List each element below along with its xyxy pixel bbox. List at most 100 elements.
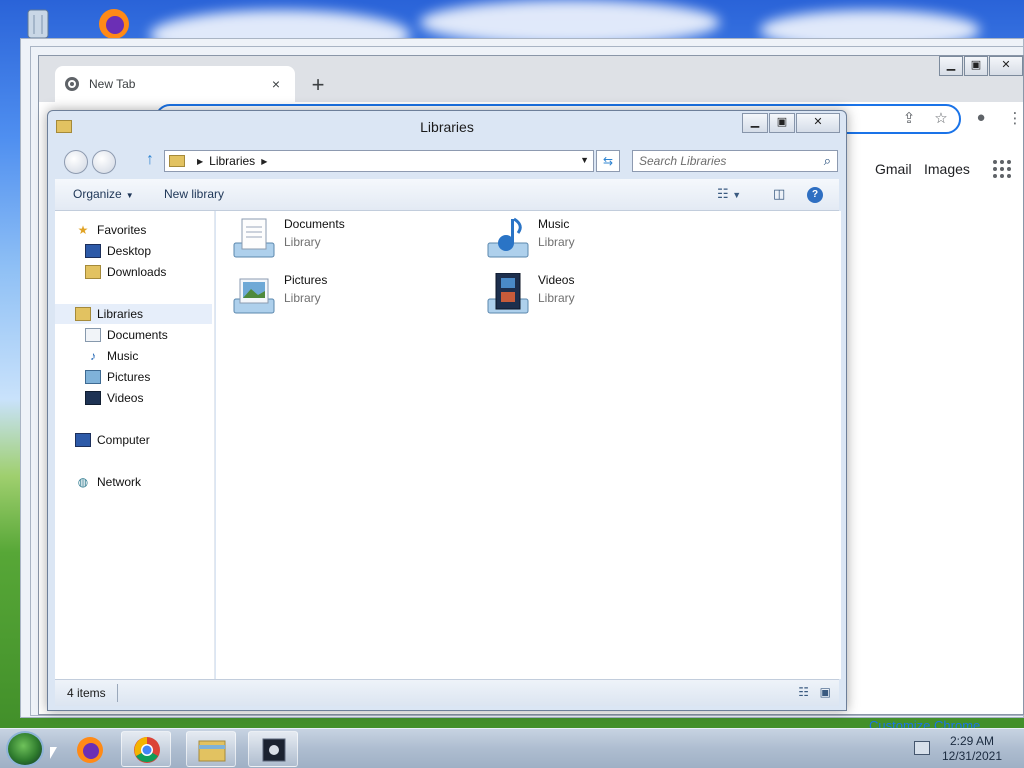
minimize-icon[interactable]: ▁	[742, 113, 768, 133]
taskbar: 2:29 AM 12/31/2021	[0, 728, 1024, 768]
content-pane: Documents Library Music Library Pictures…	[216, 211, 841, 679]
nav-label: Documents	[107, 328, 168, 342]
status-divider	[117, 684, 118, 702]
gmail-link[interactable]: Gmail	[875, 161, 912, 177]
apps-grid-icon[interactable]	[993, 160, 1011, 178]
library-item-documents[interactable]: Documents Library	[230, 217, 345, 261]
nav-label: Favorites	[97, 223, 147, 237]
library-item-pictures[interactable]: Pictures Library	[230, 273, 327, 317]
nav-pictures[interactable]: Pictures	[55, 367, 212, 387]
library-item-music[interactable]: Music Library	[484, 217, 575, 261]
library-name: Documents	[284, 217, 345, 231]
chevron-down-icon: ▼	[125, 191, 134, 200]
taskbar-chrome-icon[interactable]	[121, 731, 171, 767]
downloads-icon	[85, 265, 101, 279]
library-name: Videos	[538, 273, 575, 287]
chrome-window-controls: ▁ ▣ ✕	[938, 56, 1023, 76]
profile-icon[interactable]: ●	[971, 109, 991, 129]
nav-favorites[interactable]: ★ Favorites	[55, 220, 212, 240]
breadcrumb-libraries[interactable]: Libraries	[209, 154, 255, 168]
new-library-button[interactable]: New library	[164, 187, 224, 201]
start-button[interactable]	[6, 731, 44, 767]
up-arrow-icon[interactable]: ↑	[142, 151, 158, 169]
minimize-icon[interactable]: ▁	[939, 56, 963, 76]
breadcrumb-separator-icon[interactable]: ▶	[197, 157, 203, 166]
details-view-icon[interactable]: ☷	[798, 685, 809, 699]
documents-library-icon	[230, 217, 278, 261]
nav-label: Downloads	[107, 265, 167, 279]
navigation-pane: ★ Favorites Desktop Downloads Libraries …	[55, 211, 215, 679]
chrome-favicon-icon	[65, 77, 79, 91]
chrome-tabstrip: New Tab × + ▁ ▣ ✕	[39, 56, 1023, 102]
videos-library-icon	[484, 272, 532, 317]
bookmark-star-icon[interactable]: ☆	[931, 109, 951, 129]
chrome-tab-new-tab[interactable]: New Tab ×	[55, 66, 295, 102]
maximize-icon[interactable]: ▣	[964, 56, 988, 76]
search-placeholder: Search Libraries	[639, 154, 727, 168]
images-link[interactable]: Images	[924, 161, 970, 177]
taskbar-explorer-icon[interactable]	[186, 731, 236, 767]
clock-date: 12/31/2021	[941, 749, 1002, 763]
chrome-menu-icon[interactable]: ⋮	[1005, 109, 1024, 129]
library-item-videos[interactable]: Videos Library	[484, 272, 575, 317]
nav-libraries[interactable]: Libraries	[55, 304, 212, 324]
organize-button[interactable]: Organize ▼	[73, 187, 134, 201]
nav-label: Music	[107, 349, 139, 363]
pictures-library-icon	[230, 273, 278, 317]
library-name: Music	[538, 217, 570, 231]
preview-pane-icon[interactable]: ◫	[773, 186, 785, 202]
back-button[interactable]	[64, 150, 88, 174]
library-type: Library	[284, 235, 321, 249]
item-count: 4 items	[67, 686, 106, 700]
nav-documents[interactable]: Documents	[55, 325, 212, 345]
view-options-icon[interactable]: ☷ ▼	[717, 186, 741, 202]
refresh-icon[interactable]: ⇆	[596, 150, 620, 172]
breadcrumb-separator-icon[interactable]: ▶	[261, 157, 267, 166]
large-icons-view-icon[interactable]: ▣	[820, 685, 831, 699]
nav-music[interactable]: ♪ Music	[55, 346, 212, 366]
navigation-row: ↑ ▶ Libraries ▶ ▼ ⇆ Search Libraries ⌕	[56, 147, 838, 175]
taskbar-firefox-icon[interactable]	[64, 731, 114, 767]
recycle-bin-icon[interactable]	[20, 6, 56, 42]
nav-downloads[interactable]: Downloads	[55, 262, 212, 282]
nav-desktop[interactable]: Desktop	[55, 241, 212, 261]
library-type: Library	[538, 291, 575, 305]
nav-network[interactable]: ◍ Network	[55, 472, 212, 492]
share-icon[interactable]: ⇪	[899, 109, 919, 129]
address-dropdown-icon[interactable]: ▼	[580, 155, 589, 165]
forward-button[interactable]	[92, 150, 116, 174]
new-tab-button[interactable]: +	[305, 73, 331, 99]
tab-title: New Tab	[89, 77, 136, 91]
system-clock[interactable]: 2:29 AM 12/31/2021	[942, 734, 1002, 764]
close-icon[interactable]: ✕	[989, 56, 1023, 76]
close-icon[interactable]: ✕	[796, 113, 840, 133]
tab-close-icon[interactable]: ×	[267, 76, 285, 92]
nav-label: Libraries	[97, 307, 144, 321]
network-globe-icon: ◍	[77, 475, 89, 489]
clock-time: 2:29 AM	[949, 734, 994, 748]
help-icon[interactable]: ?	[807, 187, 823, 203]
taskbar-app-icon[interactable]	[248, 731, 298, 767]
nav-label: Videos	[107, 391, 144, 405]
firefox-desktop-icon[interactable]	[96, 6, 132, 42]
music-library-icon	[484, 217, 532, 261]
documents-icon	[85, 328, 101, 342]
search-icon[interactable]: ⌕	[824, 151, 831, 171]
film-strip-icon	[85, 391, 101, 405]
desktop-icon	[85, 244, 101, 258]
nav-label: Desktop	[107, 244, 152, 258]
library-type: Library	[284, 291, 321, 305]
network-tray-icon[interactable]	[914, 741, 930, 755]
nav-videos[interactable]: Videos	[55, 388, 212, 408]
address-breadcrumb[interactable]: ▶ Libraries ▶ ▼	[164, 150, 594, 172]
pictures-icon	[85, 370, 101, 384]
maximize-icon[interactable]: ▣	[769, 113, 795, 133]
nav-label: Network	[97, 475, 142, 489]
nav-computer[interactable]: Computer	[55, 430, 212, 450]
mouse-cursor-icon	[50, 747, 57, 759]
explorer-titlebar[interactable]: Libraries ▁ ▣ ✕	[48, 111, 846, 143]
libraries-icon	[75, 307, 91, 321]
command-bar: Organize ▼ New library ☷ ▼ ◫ ?	[55, 179, 839, 211]
search-input[interactable]: Search Libraries ⌕	[632, 150, 838, 172]
music-note-icon: ♪	[90, 349, 96, 363]
